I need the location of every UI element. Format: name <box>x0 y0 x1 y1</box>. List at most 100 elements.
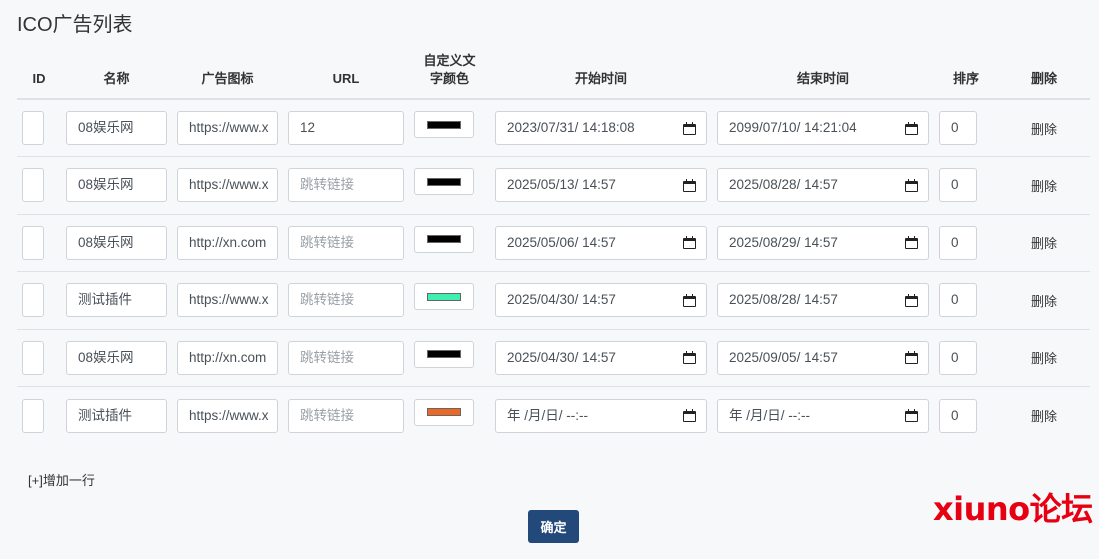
start-time-value: 2025/04/30/ 14:57 <box>507 292 616 308</box>
end-time-input[interactable]: 2025/08/29/ 14:57 <box>717 225 929 260</box>
sort-input[interactable]: 0 <box>939 398 977 433</box>
header-start-time: 开始时间 <box>490 52 712 100</box>
color-swatch <box>427 350 461 359</box>
calendar-icon[interactable] <box>905 236 918 250</box>
header-url: URL <box>283 52 409 100</box>
id-input[interactable] <box>22 168 44 203</box>
calendar-icon[interactable] <box>683 351 696 365</box>
calendar-icon[interactable] <box>905 178 918 192</box>
start-time-value: 2025/04/30/ 14:57 <box>507 349 616 365</box>
end-time-input[interactable]: 2025/08/28/ 14:57 <box>717 283 929 318</box>
name-input[interactable]: 测试插件 <box>66 283 167 318</box>
name-input[interactable]: 08娱乐网 <box>66 340 167 375</box>
table-body: 08娱乐网 https://www.x 12 2023/07/31/ 14:18:08… <box>17 99 1090 444</box>
end-time-input[interactable]: 2025/09/05/ 14:57 <box>717 340 929 375</box>
header-delete: 删除 <box>998 52 1090 100</box>
id-input[interactable] <box>22 340 44 375</box>
header-icon: 广告图标 <box>172 52 283 100</box>
name-input[interactable]: 08娱乐网 <box>66 225 167 260</box>
name-input[interactable]: 测试插件 <box>66 398 167 433</box>
calendar-icon[interactable] <box>683 236 696 250</box>
link-url-input[interactable]: 跳转链接 <box>288 398 404 433</box>
end-time-value: 2025/08/28/ 14:57 <box>729 292 838 308</box>
table-header-row: ID 名称 广告图标 URL 自定义文 字颜色 开始时间 结束时间 排序 删除 <box>17 52 1090 100</box>
icon-url-input[interactable]: https://www.x <box>177 398 278 433</box>
id-input[interactable] <box>22 111 44 145</box>
end-time-input[interactable]: 2025/08/28/ 14:57 <box>717 168 929 203</box>
delete-link[interactable]: 删除 <box>1003 291 1085 310</box>
text-color-picker[interactable] <box>414 398 474 426</box>
page: ICO广告列表 ID 名称 广告图标 URL 自定义文 字颜色 开始时间 结束时… <box>0 0 1099 559</box>
sort-input[interactable]: 0 <box>939 225 977 260</box>
calendar-icon[interactable] <box>905 351 918 365</box>
end-time-input[interactable]: 2099/07/10/ 14:21:04 <box>717 111 929 145</box>
end-time-input[interactable]: 年 /月/日/ --:-- <box>717 398 929 433</box>
text-color-picker[interactable] <box>414 225 474 253</box>
end-time-value: 2025/08/29/ 14:57 <box>729 234 838 250</box>
icon-url-input[interactable]: https://www.x <box>177 111 278 145</box>
delete-link[interactable]: 删除 <box>1003 176 1085 195</box>
calendar-icon[interactable] <box>905 409 918 422</box>
delete-link[interactable]: 删除 <box>1003 233 1085 252</box>
color-swatch <box>427 292 461 301</box>
link-url-input[interactable]: 12 <box>288 111 404 145</box>
header-color-line2: 字颜色 <box>429 71 469 86</box>
confirm-button[interactable]: 确定 <box>528 510 579 543</box>
header-name: 名称 <box>61 52 172 100</box>
calendar-icon[interactable] <box>683 121 696 135</box>
table-row: 08娱乐网 https://www.x 12 2023/07/31/ 14:18:08… <box>17 99 1090 157</box>
name-input[interactable]: 08娱乐网 <box>66 111 167 145</box>
table-row: 测试插件 https://www.x 跳转链接 2025/04/30/ 14:57 20… <box>17 271 1090 330</box>
header-color: 自定义文 字颜色 <box>409 52 490 100</box>
table-row: 测试插件 https://www.x 跳转链接 年 /月/日/ --:-- 年 /月… <box>17 387 1090 445</box>
start-time-input[interactable]: 2025/05/06/ 14:57 <box>495 225 707 260</box>
header-color-line1: 自定义文 <box>423 53 476 68</box>
color-swatch <box>427 408 461 416</box>
calendar-icon[interactable] <box>683 409 696 422</box>
icon-url-input[interactable]: http://xn.com <box>177 340 278 375</box>
name-input[interactable]: 08娱乐网 <box>66 168 167 203</box>
delete-link[interactable]: 删除 <box>1003 348 1085 367</box>
sort-input[interactable]: 0 <box>939 283 977 318</box>
end-time-value: 2025/09/05/ 14:57 <box>729 349 838 365</box>
start-time-input[interactable]: 2025/05/13/ 14:57 <box>495 168 707 203</box>
id-input[interactable] <box>22 225 44 260</box>
calendar-icon[interactable] <box>683 293 696 307</box>
delete-link[interactable]: 删除 <box>1003 119 1085 138</box>
delete-link[interactable]: 删除 <box>1003 406 1085 425</box>
text-color-picker[interactable] <box>414 283 474 311</box>
start-time-input[interactable]: 年 /月/日/ --:-- <box>495 398 707 433</box>
end-time-value: 2025/08/28/ 14:57 <box>729 177 838 193</box>
start-time-value: 2025/05/06/ 14:57 <box>507 234 616 250</box>
calendar-icon[interactable] <box>683 178 696 192</box>
sort-input[interactable]: 0 <box>939 168 977 203</box>
link-url-input[interactable]: 跳转链接 <box>288 168 404 203</box>
start-time-value: 年 /月/日/ --:-- <box>507 407 588 423</box>
add-row-button[interactable]: [+]增加一行 <box>28 470 95 489</box>
start-time-input[interactable]: 2023/07/31/ 14:18:08 <box>495 111 707 145</box>
calendar-icon[interactable] <box>905 121 918 135</box>
text-color-picker[interactable] <box>414 340 474 368</box>
header-end-time: 结束时间 <box>712 52 934 100</box>
id-input[interactable] <box>22 283 44 318</box>
start-time-input[interactable]: 2025/04/30/ 14:57 <box>495 283 707 318</box>
sort-input[interactable]: 0 <box>939 111 977 145</box>
color-swatch <box>427 177 461 186</box>
link-url-input[interactable]: 跳转链接 <box>288 225 404 260</box>
calendar-icon[interactable] <box>905 293 918 307</box>
link-url-input[interactable]: 跳转链接 <box>288 283 404 318</box>
id-input[interactable] <box>22 398 44 433</box>
icon-url-input[interactable]: https://www.x <box>177 168 278 203</box>
sort-input[interactable]: 0 <box>939 340 977 375</box>
icon-url-input[interactable]: https://www.x <box>177 283 278 318</box>
start-time-value: 2023/07/31/ 14:18:08 <box>507 120 635 135</box>
header-id: ID <box>17 52 61 100</box>
color-swatch <box>427 235 461 244</box>
start-time-input[interactable]: 2025/04/30/ 14:57 <box>495 340 707 375</box>
table-row: 08娱乐网 http://xn.com 跳转链接 2025/05/06/ 14:57 2… <box>17 214 1090 272</box>
table-row: 08娱乐网 https://www.x 跳转链接 2025/05/13/ 14:57 2… <box>17 156 1090 215</box>
text-color-picker[interactable] <box>414 168 474 196</box>
link-url-input[interactable]: 跳转链接 <box>288 340 404 375</box>
icon-url-input[interactable]: http://xn.com <box>177 225 278 260</box>
text-color-picker[interactable] <box>414 111 474 138</box>
